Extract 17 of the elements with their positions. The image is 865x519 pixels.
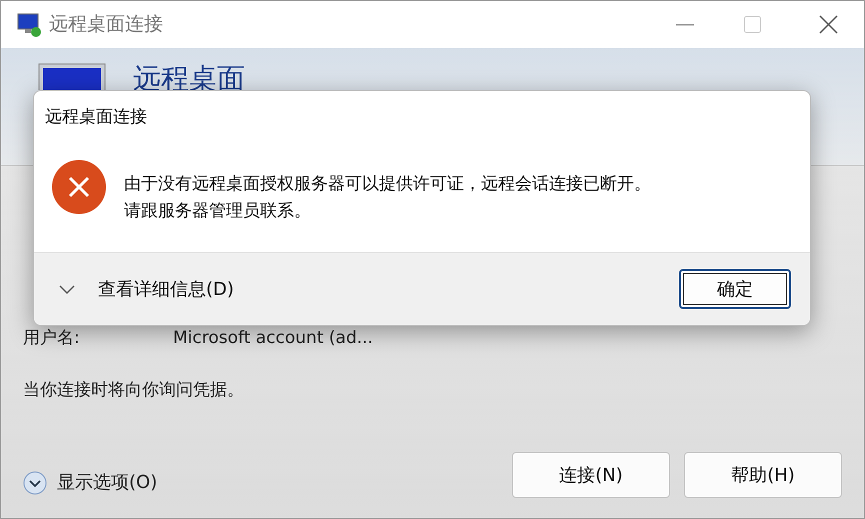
username-label: 用户名: bbox=[23, 327, 81, 350]
minimize-icon[interactable] bbox=[676, 24, 694, 26]
window-title: 远程桌面连接 bbox=[49, 12, 163, 38]
username-value: Microsoft account (ad... bbox=[173, 327, 373, 350]
dialog-button[interactable]: 帮助(H) bbox=[684, 452, 842, 498]
dialog-title: 远程桌面连接 bbox=[45, 106, 147, 129]
maximize-icon[interactable] bbox=[744, 16, 761, 33]
credentials-note: 当你连接时将向你询问凭据。 bbox=[23, 378, 244, 402]
error-icon bbox=[51, 158, 107, 214]
dialog-button[interactable]: 连接(N) bbox=[512, 452, 670, 498]
ok-button[interactable]: 确定 bbox=[679, 269, 791, 309]
close-icon[interactable] bbox=[819, 15, 838, 34]
details-toggle[interactable]: 查看详细信息(D) bbox=[58, 276, 234, 302]
monitor-icon bbox=[17, 12, 43, 38]
monitor-icon bbox=[37, 62, 107, 90]
error-message: 由于没有远程桌面授权服务器可以提供许可证，远程会话连接已断开。 请跟服务器管理员联系。 bbox=[124, 172, 651, 222]
show-options-toggle[interactable]: 显示选项(O) bbox=[23, 469, 158, 496]
